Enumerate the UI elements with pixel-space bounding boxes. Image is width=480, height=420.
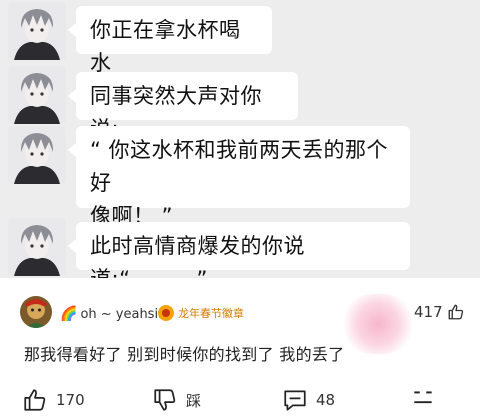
chat-avatar: [8, 126, 66, 184]
chat-avatar: [8, 66, 66, 124]
thumbs-up-icon: [24, 389, 46, 411]
chat-bubble: 你正在拿水杯喝水: [68, 6, 272, 75]
thumbs-down-icon: [154, 389, 176, 411]
more-button[interactable]: [410, 385, 436, 415]
comment-bubble-icon: [284, 390, 306, 411]
comment-text: 那我得看好了 别到时候你的找到了 我的丢了: [24, 345, 345, 364]
thumbs-up-icon: [448, 304, 463, 320]
dislike-button[interactable]: 踩: [152, 385, 201, 415]
blurred-overlay: [342, 294, 414, 354]
dislike-label: 踩: [186, 391, 202, 410]
comment-count: 48: [316, 391, 336, 409]
like-button[interactable]: 170: [22, 385, 85, 415]
chat-bubble: 此时高情商爆发的你说道:“______”: [68, 222, 410, 291]
dragon-badge-icon: [158, 305, 174, 321]
like-count: 170: [56, 391, 85, 409]
festival-badge[interactable]: 龙年春节徽章: [158, 303, 244, 323]
comment-like-button[interactable]: 417: [414, 303, 465, 321]
badge-label: 龙年春节徽章: [178, 307, 244, 320]
comment-button[interactable]: 48: [282, 385, 335, 415]
commenter-username[interactable]: 🌈 oh ~ yeahsir: [60, 304, 163, 324]
chat-bubble: “ 你这水杯和我前两天丢的那个好 像啊！ ”: [68, 126, 410, 228]
chat-message-text: “ 你这水杯和我前两天丢的那个好: [90, 138, 389, 195]
rainbow-icon: 🌈: [60, 306, 78, 322]
chat-bubble: 同事突然大声对你说:: [68, 72, 298, 141]
action-bar: 170 踩 48: [0, 385, 480, 415]
chat-message-text: 你正在拿水杯喝水: [90, 18, 241, 75]
more-icon: [414, 391, 432, 404]
username-text: oh ~ yeahsir: [80, 306, 164, 322]
chat-screenshot: 你正在拿水杯喝水 同事突然大声对你说: “ 你这水杯和我前两天丢的那个好 像啊！…: [0, 0, 480, 291]
chat-avatar: [8, 218, 66, 276]
commenter-avatar[interactable]: [20, 296, 52, 328]
comment-like-count: 417: [414, 303, 443, 321]
chat-avatar: [8, 2, 66, 60]
